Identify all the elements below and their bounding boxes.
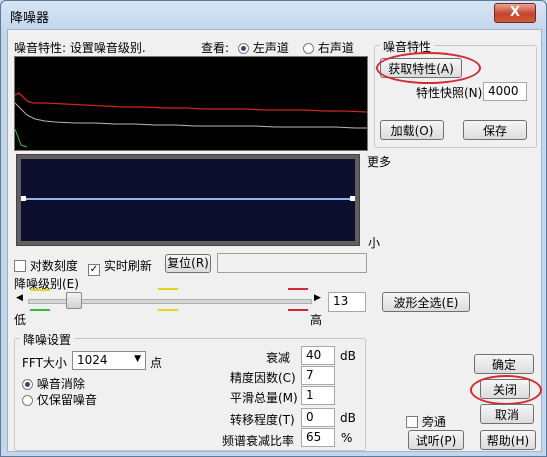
reduce-by-input[interactable]: 40 bbox=[301, 346, 335, 365]
title-bar[interactable]: 降噪器 X bbox=[1, 1, 546, 29]
right-channel-radio[interactable]: 右声道 bbox=[303, 39, 354, 56]
noise-signal-curve bbox=[14, 102, 367, 129]
reduce-by-unit: dB bbox=[340, 349, 356, 363]
smoothing-amount-input[interactable]: 1 bbox=[301, 386, 335, 405]
transition-width-unit: dB bbox=[340, 411, 356, 425]
realtime-refresh-box[interactable]: ✓ bbox=[88, 264, 100, 276]
right-channel-label: 右声道 bbox=[317, 41, 354, 55]
reduction-curve-canvas[interactable] bbox=[21, 159, 355, 241]
window-close-button[interactable]: X bbox=[494, 3, 536, 23]
ok-button[interactable]: 确定 bbox=[474, 354, 534, 374]
transition-width-input[interactable]: 0 bbox=[301, 408, 335, 427]
realtime-refresh-label: 实时刷新 bbox=[103, 259, 152, 273]
level-marker-mid-top bbox=[158, 288, 178, 290]
fft-unit-label: 点 bbox=[150, 356, 163, 370]
curve-handle-left[interactable] bbox=[21, 196, 26, 201]
reduce-by-label: 衰减 bbox=[266, 351, 291, 365]
highlight-ellipse-close bbox=[470, 375, 542, 405]
left-channel-radio[interactable]: 左声道 bbox=[238, 39, 289, 56]
slider-right-arrow-icon[interactable]: ▶ bbox=[314, 293, 321, 303]
log-scale-checkbox[interactable]: 对数刻度 bbox=[14, 257, 78, 274]
reduction-level-input[interactable]: 13 bbox=[328, 292, 366, 312]
precision-factor-input[interactable]: 7 bbox=[301, 366, 335, 385]
level-marker-low-bottom bbox=[30, 309, 50, 311]
left-channel-label: 左声道 bbox=[252, 41, 289, 55]
cancel-button[interactable]: 取消 bbox=[480, 404, 534, 424]
level-marker-low-top bbox=[30, 289, 50, 291]
dialog-body: 噪音特性: 设置噪音级别. 查看: 左声道 右声道 噪音特性 获取特性(A) 特… bbox=[7, 29, 542, 452]
log-scale-box[interactable] bbox=[14, 260, 26, 272]
fft-size-label: FFT大小 bbox=[22, 356, 67, 370]
reduction-curve-line[interactable] bbox=[23, 198, 353, 200]
transition-width-label: 转移程度(T) bbox=[230, 413, 295, 427]
noise-spectrum-display bbox=[14, 56, 368, 151]
keep-noise-radio-dot[interactable] bbox=[22, 395, 33, 406]
select-entire-wave-button[interactable]: 波形全选(E) bbox=[382, 292, 470, 312]
snapshot-input[interactable]: 4000 bbox=[483, 82, 527, 101]
bypass-checkbox[interactable]: 旁通 bbox=[406, 413, 446, 430]
keep-noise-radio[interactable]: 仅保留噪音 bbox=[22, 391, 97, 408]
log-scale-label: 对数刻度 bbox=[29, 259, 78, 273]
left-channel-radio-dot[interactable] bbox=[238, 43, 249, 54]
load-profile-button[interactable]: 加载(O) bbox=[380, 120, 444, 140]
level-marker-mid-bottom bbox=[158, 309, 178, 311]
level-marker-high-top bbox=[288, 288, 308, 290]
level-high-label: 高 bbox=[310, 313, 323, 327]
view-label: 查看: bbox=[201, 41, 230, 55]
remove-noise-radio[interactable]: 噪音消除 bbox=[22, 375, 85, 392]
noise-reduction-dialog: 降噪器 X 噪音特性: 设置噪音级别. 查看: 左声道 右声道 噪音特性 获取特… bbox=[0, 0, 547, 457]
realtime-refresh-checkbox[interactable]: ✓ 实时刷新 bbox=[88, 257, 152, 276]
fft-size-select[interactable]: 1024 ▼ bbox=[72, 351, 146, 370]
slider-left-arrow-icon[interactable]: ◀ bbox=[16, 293, 23, 303]
level-low-label: 低 bbox=[14, 313, 27, 327]
window-title: 降噪器 bbox=[10, 11, 50, 26]
remove-noise-label: 噪音消除 bbox=[36, 377, 85, 391]
keep-noise-label: 仅保留噪音 bbox=[36, 393, 97, 407]
right-channel-radio-dot[interactable] bbox=[303, 43, 314, 54]
noise-spectrum-plot bbox=[14, 92, 368, 148]
noise-profile-curve bbox=[14, 92, 368, 113]
curve-handle-right[interactable] bbox=[350, 196, 355, 201]
chevron-down-icon[interactable]: ▼ bbox=[134, 354, 141, 364]
snapshot-label: 特性快照(N) bbox=[416, 86, 483, 100]
preview-button[interactable]: 试听(P) bbox=[408, 430, 464, 450]
graph-less-label: 小 bbox=[368, 236, 381, 250]
remove-noise-radio-dot[interactable] bbox=[22, 379, 33, 390]
reduction-settings-group-label: 降噪设置 bbox=[20, 331, 75, 348]
fft-size-value: 1024 bbox=[77, 353, 108, 367]
reset-button[interactable]: 复位(R) bbox=[165, 254, 211, 273]
noise-floor-curve bbox=[14, 128, 28, 148]
spectral-decay-unit: % bbox=[341, 431, 353, 445]
spectrum-label: 噪音特性: 设置噪音级别. bbox=[14, 41, 146, 55]
reduction-level-thumb[interactable] bbox=[66, 292, 82, 309]
graph-more-label: 更多 bbox=[367, 155, 392, 169]
save-profile-button[interactable]: 保存 bbox=[463, 120, 527, 140]
spectral-decay-input[interactable]: 65 bbox=[301, 428, 335, 447]
bypass-label: 旁通 bbox=[421, 415, 446, 429]
bypass-box[interactable] bbox=[406, 416, 418, 428]
help-button[interactable]: 帮助(H) bbox=[480, 430, 536, 450]
precision-factor-label: 精度因数(C) bbox=[230, 371, 296, 385]
spectral-decay-label: 频谱衰减比率 bbox=[222, 434, 295, 448]
smoothing-amount-label: 平滑总量(M) bbox=[230, 391, 298, 405]
highlight-ellipse-capture bbox=[376, 52, 481, 84]
status-field bbox=[217, 253, 367, 273]
level-marker-high-bottom bbox=[288, 309, 308, 311]
reduction-curve-graph[interactable] bbox=[16, 154, 360, 246]
